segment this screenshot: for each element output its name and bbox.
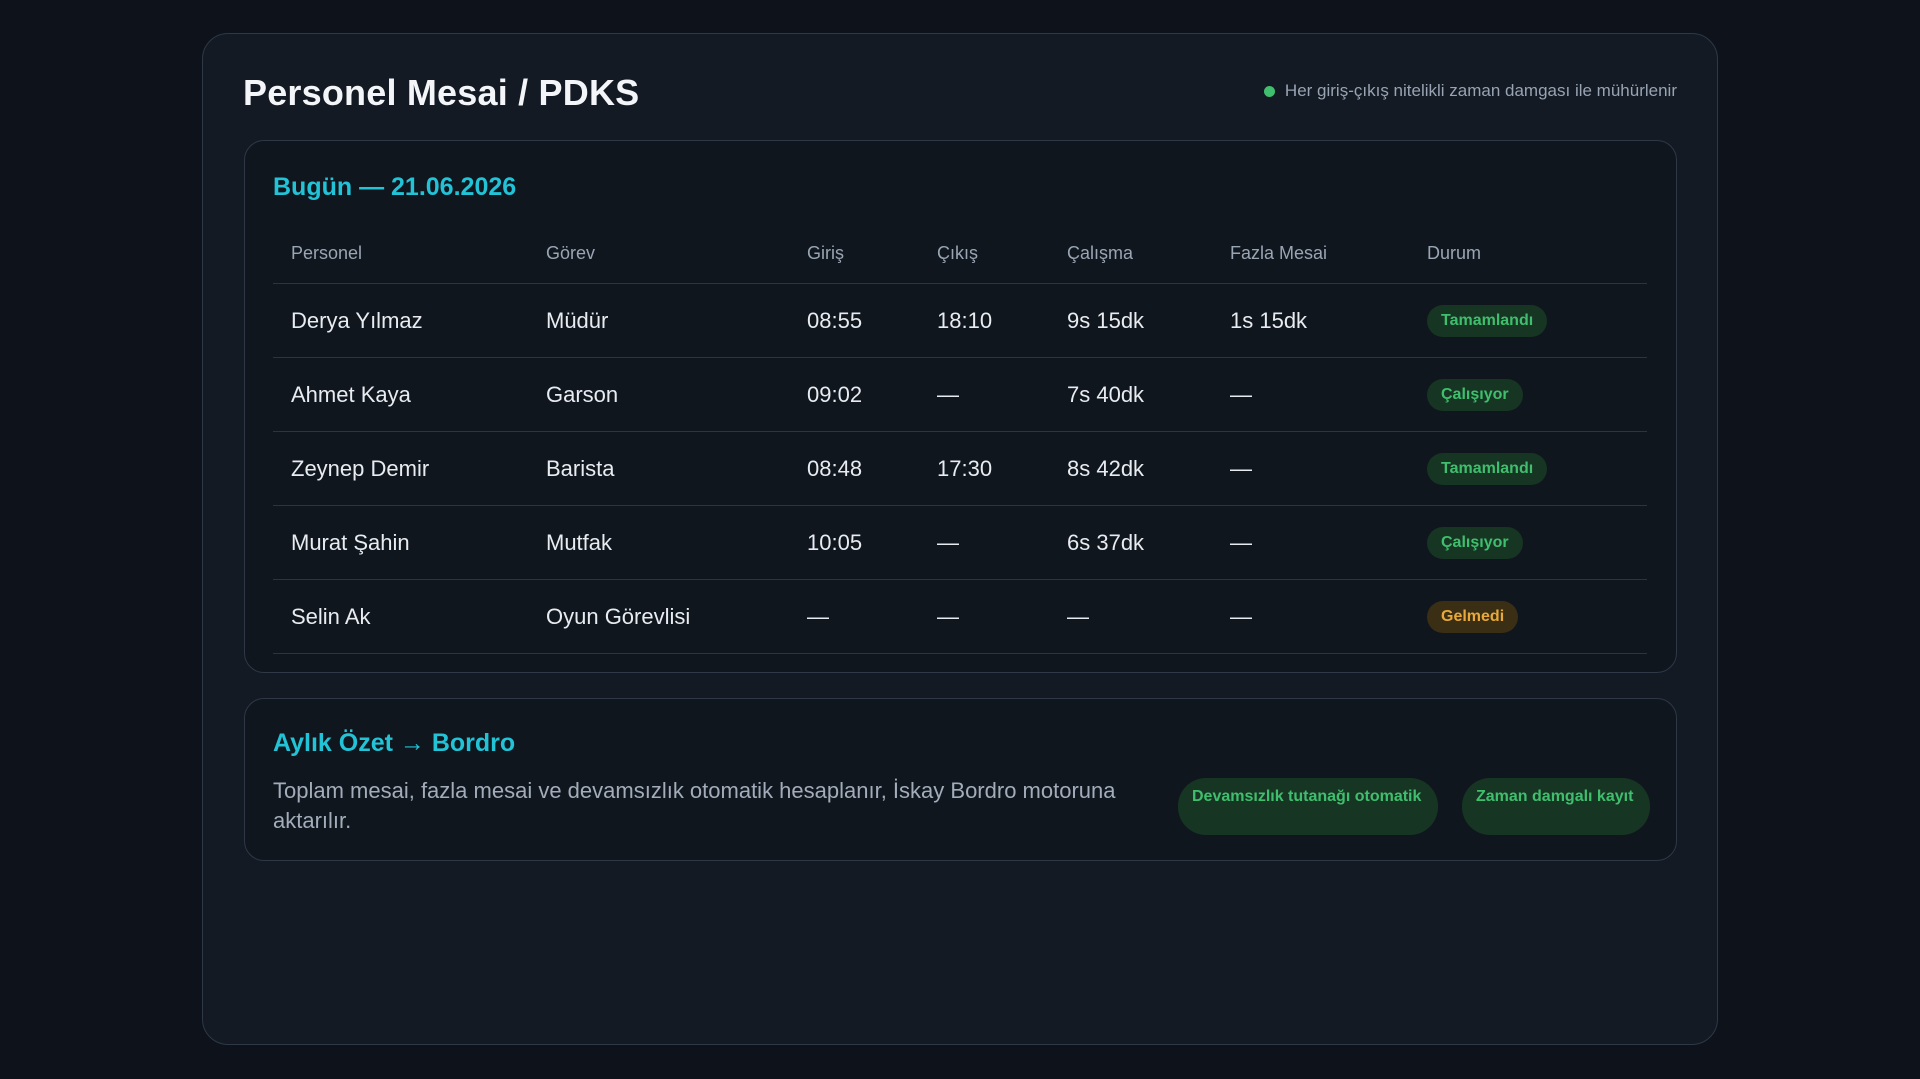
today-title: Bugün — 21.06.2026	[273, 173, 517, 201]
check-out-time: —	[919, 579, 1049, 654]
employee-name: Zeynep Demir	[273, 431, 528, 506]
employee-name: Selin Ak	[273, 579, 528, 654]
work-duration: 8s 42dk	[1049, 431, 1212, 506]
attendance-table: Personel Görev Giriş Çıkış Çalışma Fazla…	[273, 223, 1647, 654]
status-dot-icon	[1263, 85, 1275, 97]
absence-report-tag: Devamsızlık tutanağı otomatik	[1178, 778, 1438, 835]
employee-role: Mutfak	[528, 505, 789, 580]
table-row[interactable]: Zeynep Demir Barista 08:48 17:30 8s 42dk…	[273, 431, 1647, 506]
column-header[interactable]: Görev	[528, 223, 789, 284]
seal-note-text: Her giriş-çıkış nitelikli zaman damgası …	[1284, 81, 1677, 100]
status-badge: Çalışıyor	[1427, 378, 1523, 411]
column-header[interactable]: Çalışma	[1049, 223, 1212, 284]
status-cell: Çalışıyor	[1409, 357, 1647, 432]
status-cell: Çalışıyor	[1409, 505, 1647, 580]
check-out-time: —	[919, 357, 1049, 432]
employee-role: Müdür	[528, 283, 789, 358]
table-row[interactable]: Selin Ak Oyun Görevlisi — — — — Gelmedi	[273, 579, 1647, 654]
summary-title: Aylık Özet → Bordro	[273, 729, 516, 757]
column-header[interactable]: Giriş	[789, 223, 919, 284]
status-cell: Tamamlandı	[1409, 283, 1647, 358]
work-duration: 7s 40dk	[1049, 357, 1212, 432]
status-cell: Gelmedi	[1409, 579, 1647, 654]
check-out-time: —	[919, 505, 1049, 580]
table-row[interactable]: Murat Şahin Mutfak 10:05 — 6s 37dk — Çal…	[273, 505, 1647, 580]
check-in-time: —	[789, 579, 919, 654]
column-header[interactable]: Personel	[273, 223, 528, 284]
check-out-time: 18:10	[919, 283, 1049, 358]
column-header[interactable]: Durum	[1409, 223, 1647, 284]
table-row[interactable]: Ahmet Kaya Garson 09:02 — 7s 40dk — Çalı…	[273, 357, 1647, 432]
overtime-duration: —	[1212, 357, 1409, 432]
check-in-time: 08:48	[789, 431, 919, 506]
check-in-time: 09:02	[789, 357, 919, 432]
timestamp-seal-note: Her giriş-çıkış nitelikli zaman damgası …	[1263, 81, 1677, 101]
attendance-panel: Personel Mesai / PDKS Her giriş-çıkış ni…	[202, 33, 1718, 1045]
status-badge: Tamamlandı	[1427, 452, 1548, 485]
work-duration: —	[1049, 579, 1212, 654]
employee-name: Murat Şahin	[273, 505, 528, 580]
summary-description: Toplam mesai, fazla mesai ve devamsızlık…	[273, 778, 1116, 833]
status-badge: Gelmedi	[1427, 600, 1519, 633]
overtime-duration: —	[1212, 505, 1409, 580]
table-header-row: Personel Görev Giriş Çıkış Çalışma Fazla…	[273, 223, 1647, 284]
today-card: Bugün — 21.06.2026 Personel Görev Giriş …	[244, 140, 1677, 673]
check-in-time: 10:05	[789, 505, 919, 580]
employee-role: Garson	[528, 357, 789, 432]
work-duration: 9s 15dk	[1049, 283, 1212, 358]
employee-name: Derya Yılmaz	[273, 283, 528, 358]
status-badge: Çalışıyor	[1427, 526, 1523, 559]
overtime-duration: 1s 15dk	[1212, 283, 1409, 358]
column-header[interactable]: Fazla Mesai	[1212, 223, 1409, 284]
employee-name: Ahmet Kaya	[273, 357, 528, 432]
status-cell: Tamamlandı	[1409, 431, 1647, 506]
overtime-duration: —	[1212, 431, 1409, 506]
status-badge: Tamamlandı	[1427, 304, 1548, 337]
employee-role: Oyun Görevlisi	[528, 579, 789, 654]
overtime-duration: —	[1212, 579, 1409, 654]
table-row[interactable]: Derya Yılmaz Müdür 08:55 18:10 9s 15dk 1…	[273, 283, 1647, 358]
check-out-time: 17:30	[919, 431, 1049, 506]
column-header[interactable]: Çıkış	[919, 223, 1049, 284]
check-in-time: 08:55	[789, 283, 919, 358]
timestamped-record-tag: Zaman damgalı kayıt	[1462, 778, 1650, 835]
page-title: Personel Mesai / PDKS	[243, 72, 640, 113]
employee-role: Barista	[528, 431, 789, 506]
monthly-summary-card: Aylık Özet → Bordro Toplam mesai, fazla …	[244, 698, 1677, 861]
work-duration: 6s 37dk	[1049, 505, 1212, 580]
